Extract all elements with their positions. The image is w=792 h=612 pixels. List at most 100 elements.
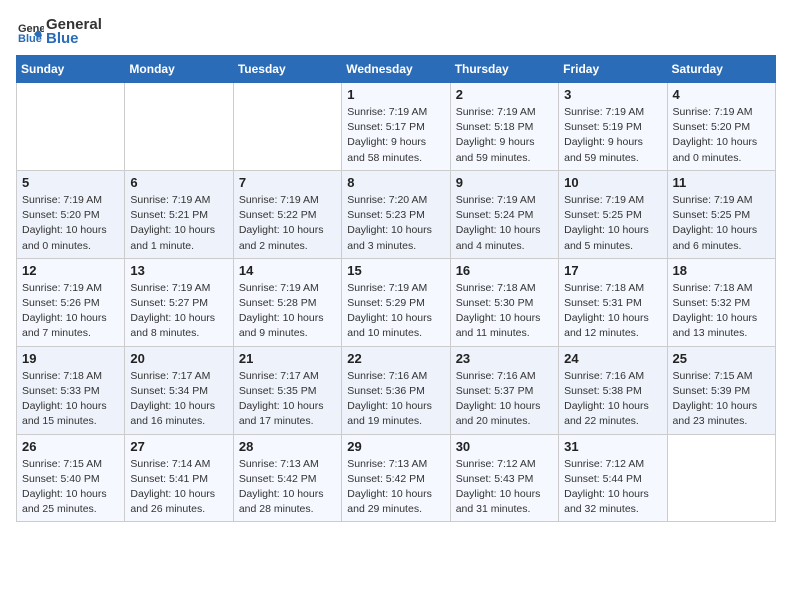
calendar-cell: 3 Sunrise: 7:19 AMSunset: 5:19 PMDaylight… <box>559 83 667 171</box>
calendar-cell: 17 Sunrise: 7:18 AMSunset: 5:31 PMDayligh… <box>559 258 667 346</box>
calendar-cell: 5 Sunrise: 7:19 AMSunset: 5:20 PMDaylight… <box>17 170 125 258</box>
day-info: Sunrise: 7:18 AMSunset: 5:32 PMDaylight:… <box>673 281 770 342</box>
day-number: 8 <box>347 175 444 190</box>
day-number: 1 <box>347 87 444 102</box>
calendar-cell: 16Sunrise: 7:18 AMSunset: 5:30 PMDayligh… <box>450 258 558 346</box>
calendar-cell: 2 Sunrise: 7:19 AMSunset: 5:18 PMDaylight… <box>450 83 558 171</box>
day-info: Sunrise: 7:19 AMSunset: 5:26 PMDaylight:… <box>22 281 119 342</box>
day-number: 17 <box>564 263 661 278</box>
day-number: 21 <box>239 351 336 366</box>
day-info: Sunrise: 7:16 AMSunset: 5:37 PMDaylight:… <box>456 369 553 430</box>
day-number: 14 <box>239 263 336 278</box>
day-number: 30 <box>456 439 553 454</box>
page-header: General Blue General Blue <box>16 16 776 47</box>
day-number: 6 <box>130 175 227 190</box>
calendar-cell: 25 Sunrise: 7:15 AMSunset: 5:39 PMDayligh… <box>667 346 775 434</box>
day-info: Sunrise: 7:18 AMSunset: 5:33 PMDaylight:… <box>22 369 119 430</box>
day-number: 18 <box>673 263 770 278</box>
calendar-table: SundayMondayTuesdayWednesdayThursdayFrid… <box>16 55 776 522</box>
calendar-cell <box>17 83 125 171</box>
logo: General Blue General Blue <box>16 16 102 47</box>
calendar-cell <box>233 83 341 171</box>
day-info: Sunrise: 7:19 AMSunset: 5:20 PMDaylight:… <box>22 193 119 254</box>
logo-icon: General Blue <box>16 18 44 46</box>
day-info: Sunrise: 7:19 AMSunset: 5:28 PMDaylight:… <box>239 281 336 342</box>
day-number: 28 <box>239 439 336 454</box>
day-number: 9 <box>456 175 553 190</box>
day-number: 27 <box>130 439 227 454</box>
day-number: 22 <box>347 351 444 366</box>
day-info: Sunrise: 7:14 AMSunset: 5:41 PMDaylight:… <box>130 457 227 518</box>
calendar-cell <box>667 434 775 522</box>
day-info: Sunrise: 7:17 AMSunset: 5:34 PMDaylight:… <box>130 369 227 430</box>
calendar-cell: 4 Sunrise: 7:19 AMSunset: 5:20 PMDaylight… <box>667 83 775 171</box>
calendar-cell: 18 Sunrise: 7:18 AMSunset: 5:32 PMDayligh… <box>667 258 775 346</box>
weekday-header-monday: Monday <box>125 56 233 83</box>
day-info: Sunrise: 7:12 AMSunset: 5:43 PMDaylight:… <box>456 457 553 518</box>
day-number: 7 <box>239 175 336 190</box>
day-info: Sunrise: 7:15 AMSunset: 5:39 PMDaylight:… <box>673 369 770 430</box>
day-info: Sunrise: 7:13 AMSunset: 5:42 PMDaylight:… <box>347 457 444 518</box>
weekday-header-sunday: Sunday <box>17 56 125 83</box>
day-info: Sunrise: 7:19 AMSunset: 5:29 PMDaylight:… <box>347 281 444 342</box>
day-info: Sunrise: 7:13 AMSunset: 5:42 PMDaylight:… <box>239 457 336 518</box>
day-number: 24 <box>564 351 661 366</box>
calendar-cell: 22 Sunrise: 7:16 AMSunset: 5:36 PMDayligh… <box>342 346 450 434</box>
calendar-cell: 29 Sunrise: 7:13 AMSunset: 5:42 PMDayligh… <box>342 434 450 522</box>
calendar-cell: 6 Sunrise: 7:19 AMSunset: 5:21 PMDaylight… <box>125 170 233 258</box>
day-number: 31 <box>564 439 661 454</box>
calendar-cell: 23 Sunrise: 7:16 AMSunset: 5:37 PMDayligh… <box>450 346 558 434</box>
weekday-header-friday: Friday <box>559 56 667 83</box>
day-info: Sunrise: 7:16 AMSunset: 5:36 PMDaylight:… <box>347 369 444 430</box>
calendar-cell: 7 Sunrise: 7:19 AMSunset: 5:22 PMDaylight… <box>233 170 341 258</box>
calendar-cell: 9Sunrise: 7:19 AMSunset: 5:24 PMDaylight… <box>450 170 558 258</box>
day-number: 23 <box>456 351 553 366</box>
day-number: 15 <box>347 263 444 278</box>
day-number: 12 <box>22 263 119 278</box>
calendar-cell: 11 Sunrise: 7:19 AMSunset: 5:25 PMDayligh… <box>667 170 775 258</box>
calendar-cell: 19 Sunrise: 7:18 AMSunset: 5:33 PMDayligh… <box>17 346 125 434</box>
day-info: Sunrise: 7:19 AMSunset: 5:19 PMDaylight:… <box>564 105 661 166</box>
day-number: 25 <box>673 351 770 366</box>
day-number: 13 <box>130 263 227 278</box>
day-info: Sunrise: 7:15 AMSunset: 5:40 PMDaylight:… <box>22 457 119 518</box>
day-info: Sunrise: 7:18 AMSunset: 5:31 PMDaylight:… <box>564 281 661 342</box>
calendar-cell: 8 Sunrise: 7:20 AMSunset: 5:23 PMDaylight… <box>342 170 450 258</box>
day-info: Sunrise: 7:19 AMSunset: 5:22 PMDaylight:… <box>239 193 336 254</box>
day-number: 19 <box>22 351 119 366</box>
calendar-cell <box>125 83 233 171</box>
calendar-cell: 21Sunrise: 7:17 AMSunset: 5:35 PMDayligh… <box>233 346 341 434</box>
calendar-cell: 10Sunrise: 7:19 AMSunset: 5:25 PMDayligh… <box>559 170 667 258</box>
weekday-header-saturday: Saturday <box>667 56 775 83</box>
day-info: Sunrise: 7:19 AMSunset: 5:25 PMDaylight:… <box>673 193 770 254</box>
day-info: Sunrise: 7:20 AMSunset: 5:23 PMDaylight:… <box>347 193 444 254</box>
day-number: 5 <box>22 175 119 190</box>
day-number: 26 <box>22 439 119 454</box>
weekday-header-wednesday: Wednesday <box>342 56 450 83</box>
day-number: 11 <box>673 175 770 190</box>
day-number: 2 <box>456 87 553 102</box>
day-info: Sunrise: 7:19 AMSunset: 5:17 PMDaylight:… <box>347 105 444 166</box>
day-info: Sunrise: 7:16 AMSunset: 5:38 PMDaylight:… <box>564 369 661 430</box>
day-number: 4 <box>673 87 770 102</box>
day-number: 16 <box>456 263 553 278</box>
day-info: Sunrise: 7:19 AMSunset: 5:21 PMDaylight:… <box>130 193 227 254</box>
weekday-header-tuesday: Tuesday <box>233 56 341 83</box>
calendar-cell: 15 Sunrise: 7:19 AMSunset: 5:29 PMDayligh… <box>342 258 450 346</box>
calendar-cell: 31 Sunrise: 7:12 AMSunset: 5:44 PMDayligh… <box>559 434 667 522</box>
day-number: 29 <box>347 439 444 454</box>
calendar-cell: 30 Sunrise: 7:12 AMSunset: 5:43 PMDayligh… <box>450 434 558 522</box>
day-info: Sunrise: 7:19 AMSunset: 5:18 PMDaylight:… <box>456 105 553 166</box>
day-info: Sunrise: 7:12 AMSunset: 5:44 PMDaylight:… <box>564 457 661 518</box>
calendar-cell: 14 Sunrise: 7:19 AMSunset: 5:28 PMDayligh… <box>233 258 341 346</box>
weekday-header-thursday: Thursday <box>450 56 558 83</box>
calendar-cell: 26 Sunrise: 7:15 AMSunset: 5:40 PMDayligh… <box>17 434 125 522</box>
day-number: 20 <box>130 351 227 366</box>
day-info: Sunrise: 7:19 AMSunset: 5:25 PMDaylight:… <box>564 193 661 254</box>
day-number: 3 <box>564 87 661 102</box>
calendar-cell: 28 Sunrise: 7:13 AMSunset: 5:42 PMDayligh… <box>233 434 341 522</box>
calendar-cell: 20 Sunrise: 7:17 AMSunset: 5:34 PMDayligh… <box>125 346 233 434</box>
calendar-cell: 27 Sunrise: 7:14 AMSunset: 5:41 PMDayligh… <box>125 434 233 522</box>
day-info: Sunrise: 7:19 AMSunset: 5:20 PMDaylight:… <box>673 105 770 166</box>
calendar-cell: 13Sunrise: 7:19 AMSunset: 5:27 PMDayligh… <box>125 258 233 346</box>
